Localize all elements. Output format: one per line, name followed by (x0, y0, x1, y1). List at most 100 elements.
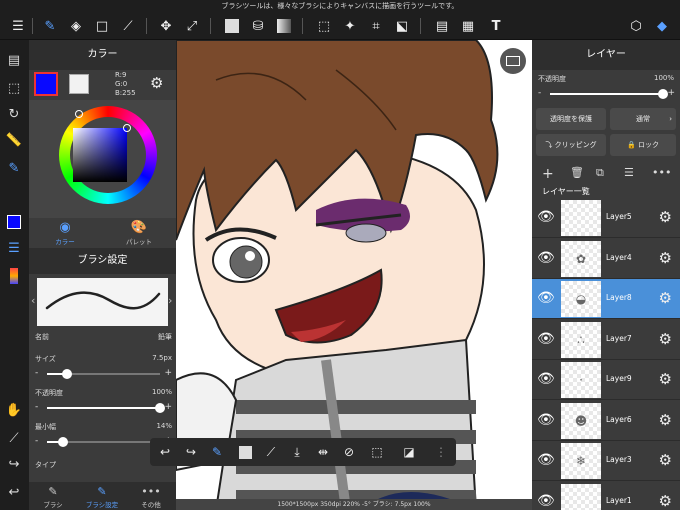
magic-wand-icon[interactable]: ✦ (340, 16, 360, 36)
materials-icon[interactable]: ⬡ (626, 16, 646, 36)
visibility-eye-icon[interactable]: 👁 (537, 290, 555, 306)
fill-color-swatch[interactable] (222, 16, 242, 36)
background-color-swatch[interactable] (69, 74, 89, 94)
flip-icon[interactable]: ⇹ (314, 443, 332, 461)
size-minus-button[interactable]: - (35, 368, 38, 378)
text-tool-icon[interactable]: T (486, 16, 506, 36)
tone-icon[interactable]: ◪ (400, 443, 418, 461)
tab-other[interactable]: ••• その他 (127, 485, 175, 509)
color-knob[interactable] (123, 124, 131, 132)
tab-palette[interactable]: 🎨 パレット (109, 220, 169, 246)
selection-icon[interactable]: ⬚ (4, 78, 24, 98)
layer-row[interactable]: 👁 · Layer9 ⚙ (532, 360, 680, 400)
layer-list-icon[interactable]: ☰ (624, 166, 634, 179)
layer-opacity-plus[interactable]: + (667, 88, 675, 98)
layers-icon[interactable]: ◆ (652, 16, 672, 36)
download-icon[interactable]: ⤓ (288, 443, 306, 461)
lasso-select-icon[interactable]: ⌗ (366, 16, 386, 36)
pages-icon[interactable]: ▤ (4, 50, 24, 70)
delete-layer-icon[interactable]: 🗑 (570, 166, 584, 179)
rotate-icon[interactable]: ↻ (4, 104, 24, 124)
tab-brush[interactable]: ✎ ブラシ (29, 485, 77, 509)
size-plus-button[interactable]: + (164, 368, 172, 378)
saturation-value-square[interactable] (73, 128, 127, 182)
chevron-left-icon[interactable]: ‹ (31, 294, 35, 307)
hue-knob[interactable] (75, 110, 83, 118)
transform-tool-icon[interactable]: ⤢ (182, 16, 202, 36)
chevron-right-icon[interactable]: › (168, 294, 172, 307)
grip-icon[interactable]: ⋮ (432, 443, 450, 461)
visibility-eye-icon[interactable]: 👁 (537, 250, 555, 266)
tab-brush-settings[interactable]: ✎ ブラシ設定 (78, 485, 126, 509)
eyedropper-icon[interactable]: ⟋ (4, 428, 24, 448)
layer-settings-gear-icon[interactable]: ⚙ (659, 370, 672, 388)
visibility-eye-icon[interactable]: 👁 (537, 452, 555, 468)
color-settings-gear-icon[interactable]: ⚙ (150, 74, 163, 92)
no-snap-icon[interactable]: ⊘ (340, 443, 358, 461)
visibility-eye-icon[interactable]: 👁 (537, 412, 555, 428)
brush-quick-icon[interactable]: ✎ (208, 443, 226, 461)
layer-row[interactable]: 👁 ◒ Layer8 ⚙ (532, 279, 680, 319)
undo-icon[interactable]: ↩ (156, 443, 174, 461)
menu-icon[interactable]: ☰ (8, 16, 28, 36)
layer-settings-gear-icon[interactable]: ⚙ (659, 411, 672, 429)
color-palette-icon[interactable] (4, 266, 24, 286)
layer-row[interactable]: 👁 Layer5 ⚙ (532, 198, 680, 238)
opacity-plus-button[interactable]: + (164, 402, 172, 412)
layer-settings-gear-icon[interactable]: ⚙ (659, 330, 672, 348)
layer-opacity-slider[interactable]: - + (538, 88, 675, 100)
brush-name-row[interactable]: 名前 鉛筆 (35, 332, 172, 342)
clear-icon[interactable]: ⬚ (368, 443, 386, 461)
redo-icon[interactable]: ↪ (182, 443, 200, 461)
select-rect-icon[interactable]: ⬚ (314, 16, 334, 36)
visibility-eye-icon[interactable]: 👁 (537, 371, 555, 387)
layer-settings-gear-icon[interactable]: ⚙ (659, 492, 672, 510)
eraser-tool-icon[interactable]: ◈ (66, 16, 86, 36)
size-slider[interactable]: - + (35, 368, 172, 380)
layer-row[interactable]: 👁 ❄ Layer3 ⚙ (532, 441, 680, 481)
layer-settings-gear-icon[interactable]: ⚙ (659, 289, 672, 307)
navigator-button[interactable] (500, 48, 526, 74)
redo-icon[interactable]: ↪ (4, 454, 24, 474)
min-width-minus-button[interactable]: - (35, 436, 38, 446)
frame-divider-icon[interactable]: ▤ (432, 16, 452, 36)
tab-color[interactable]: ◉ カラー (35, 220, 95, 246)
brush-list-icon[interactable]: ☰ (4, 238, 24, 258)
layer-row[interactable]: 👁 Layer1 ⚙ (532, 481, 680, 510)
foreground-color-swatch[interactable] (34, 72, 58, 96)
gradient-tool-icon[interactable] (274, 16, 294, 36)
hand-tool-icon[interactable]: ✋ (4, 400, 24, 420)
select-pen-icon[interactable]: ⬕ (392, 16, 412, 36)
bucket-tool-icon[interactable]: ⛁ (248, 16, 268, 36)
brush-tool-icon[interactable]: ✎ (40, 16, 60, 36)
brush-opacity-slider[interactable]: - + (35, 402, 172, 414)
more-options-icon[interactable]: ••• (652, 166, 671, 179)
add-layer-icon[interactable]: + (542, 166, 554, 182)
color-swatch-icon[interactable] (4, 212, 24, 232)
pen-icon[interactable]: ✎ (4, 158, 24, 178)
layer-settings-gear-icon[interactable]: ⚙ (659, 451, 672, 469)
layer-row[interactable]: 👁 ✿ Layer4 ⚙ (532, 238, 680, 279)
transparent-color-icon[interactable] (236, 443, 254, 461)
duplicate-layer-icon[interactable]: ⧉ (596, 166, 604, 180)
layer-settings-gear-icon[interactable]: ⚙ (659, 208, 672, 226)
layer-row[interactable]: 👁 ☻ Layer6 ⚙ (532, 400, 680, 441)
lock-button[interactable]: 🔒 ロック (610, 134, 676, 156)
layer-row[interactable]: 👁 ∴ Layer7 ⚙ (532, 319, 680, 360)
rectangle-tool-icon[interactable]: □ (92, 16, 112, 36)
layer-settings-gear-icon[interactable]: ⚙ (659, 249, 672, 267)
layer-opacity-minus[interactable]: - (538, 88, 541, 98)
protect-alpha-button[interactable]: 透明度を保護 (536, 108, 606, 130)
visibility-eye-icon[interactable]: 👁 (537, 493, 555, 509)
move-tool-icon[interactable]: ✥ (156, 16, 176, 36)
pen-quick-icon[interactable]: ⟋ (262, 443, 280, 461)
undo-icon[interactable]: ↩ (4, 482, 24, 502)
clipping-button[interactable]: ⤵ クリッピング (536, 134, 606, 156)
visibility-eye-icon[interactable]: 👁 (537, 331, 555, 347)
opacity-minus-button[interactable]: - (35, 402, 38, 412)
visibility-eye-icon[interactable]: 👁 (537, 209, 555, 225)
panel-material-icon[interactable]: ▦ (458, 16, 478, 36)
blend-mode-button[interactable]: 通常 › (610, 108, 676, 130)
ruler-icon[interactable]: 📏 (4, 130, 24, 150)
vector-tool-icon[interactable]: ⟋ (118, 16, 138, 36)
